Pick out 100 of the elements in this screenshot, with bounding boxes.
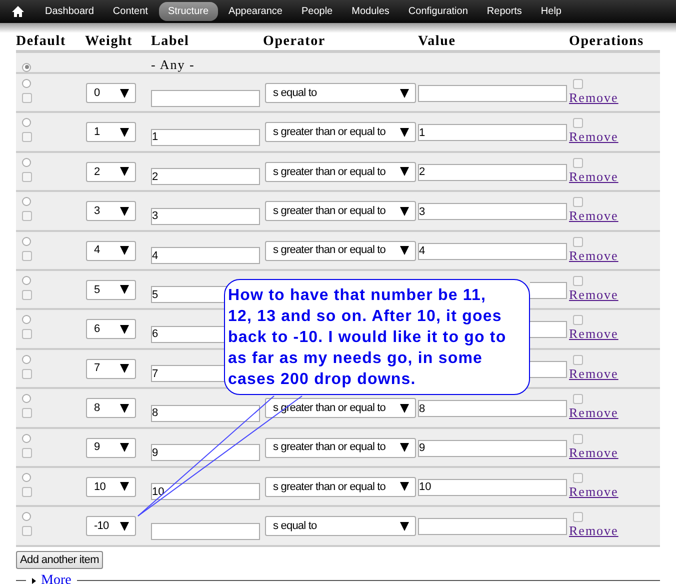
label-field[interactable]: 2	[151, 168, 260, 186]
remove-checkbox[interactable]	[573, 434, 583, 444]
row-checkbox[interactable]	[22, 172, 32, 182]
label-field[interactable]: 8	[151, 404, 260, 422]
weight-dropdown[interactable]: 1	[86, 122, 136, 142]
row-checkbox[interactable]	[22, 290, 32, 300]
value-field[interactable]: 2	[418, 164, 567, 181]
remove-checkbox[interactable]	[573, 118, 583, 128]
remove-link[interactable]: Remove	[569, 90, 618, 106]
row-checkbox[interactable]	[22, 93, 32, 103]
weight-dropdown[interactable]: 2	[86, 162, 136, 182]
weight-dropdown[interactable]: 3	[86, 201, 136, 222]
weight-dropdown[interactable]: 0	[86, 83, 136, 103]
remove-link[interactable]: Remove	[569, 248, 618, 264]
default-radio[interactable]	[22, 315, 31, 324]
nav-tab[interactable]: Help	[532, 2, 570, 21]
collapsed-triangle-icon[interactable]	[32, 578, 36, 584]
weight-dropdown[interactable]: 10	[86, 476, 136, 497]
nav-tab[interactable]: People	[293, 2, 341, 21]
label-field[interactable]	[151, 90, 260, 106]
row-checkbox[interactable]	[22, 329, 32, 340]
value-field[interactable]	[530, 321, 567, 338]
operator-dropdown[interactable]: s greater than or equal to	[265, 162, 416, 182]
default-radio[interactable]	[22, 394, 31, 404]
nav-tab[interactable]: Dashboard	[37, 2, 102, 21]
remove-checkbox[interactable]	[573, 354, 583, 365]
remove-checkbox[interactable]	[573, 158, 583, 168]
default-radio[interactable]	[22, 79, 31, 88]
weight-dropdown[interactable]: 4	[86, 240, 136, 261]
default-radio[interactable]	[22, 158, 31, 167]
label-field[interactable]: 1	[151, 128, 260, 146]
operator-dropdown[interactable]: s equal to	[265, 516, 416, 536]
weight-dropdown[interactable]: 5	[86, 280, 136, 300]
remove-link[interactable]: Remove	[569, 168, 618, 185]
default-radio[interactable]	[22, 512, 31, 522]
remove-link[interactable]: Remove	[569, 286, 618, 303]
value-field[interactable]: 10	[418, 478, 567, 496]
weight-dropdown[interactable]: -10	[86, 516, 136, 536]
value-field[interactable]: 3	[418, 203, 567, 220]
remove-checkbox[interactable]	[573, 512, 583, 522]
weight-dropdown[interactable]: 7	[86, 358, 136, 379]
more-link[interactable]: More	[41, 570, 72, 584]
value-field[interactable]: 1	[418, 124, 567, 142]
remove-link[interactable]: Remove	[569, 208, 618, 224]
default-radio[interactable]	[22, 236, 31, 246]
row-checkbox[interactable]	[22, 408, 32, 418]
label-field[interactable]: 4	[151, 247, 260, 264]
remove-link[interactable]: Remove	[569, 444, 618, 461]
nav-tab[interactable]: Content	[104, 2, 156, 21]
default-radio[interactable]	[22, 118, 31, 128]
nav-tab[interactable]: Modules	[344, 2, 398, 21]
remove-checkbox[interactable]	[573, 197, 583, 208]
label-field[interactable]: 10	[151, 483, 260, 500]
value-field[interactable]	[530, 360, 567, 378]
remove-link[interactable]: Remove	[569, 366, 618, 382]
remove-link[interactable]: Remove	[569, 326, 618, 342]
value-field[interactable]	[530, 282, 567, 299]
row-checkbox[interactable]	[22, 132, 32, 142]
operator-dropdown[interactable]: s greater than or equal to	[265, 122, 416, 142]
value-field[interactable]: 9	[418, 440, 567, 457]
default-radio[interactable]	[22, 434, 31, 443]
operator-dropdown[interactable]: s greater than or equal to	[265, 240, 416, 261]
remove-checkbox[interactable]	[573, 472, 583, 483]
default-radio[interactable]	[22, 276, 31, 285]
value-field[interactable]: 4	[418, 242, 567, 260]
remove-link[interactable]: Remove	[569, 129, 618, 146]
operator-dropdown[interactable]: s equal to	[265, 83, 416, 103]
weight-dropdown[interactable]: 9	[86, 438, 136, 458]
operator-dropdown[interactable]: s greater than or equal to	[265, 476, 416, 497]
label-field[interactable]	[151, 522, 260, 540]
row-checkbox[interactable]	[22, 250, 32, 261]
remove-link[interactable]: Remove	[569, 405, 618, 422]
label-field[interactable]: 9	[151, 444, 260, 462]
value-field[interactable]	[418, 85, 567, 102]
default-radio[interactable]	[22, 197, 31, 206]
home-icon[interactable]	[12, 6, 24, 17]
default-radio[interactable]	[22, 472, 31, 482]
value-field[interactable]: 8	[418, 400, 567, 418]
nav-tab[interactable]: Appearance	[220, 2, 290, 21]
label-field[interactable]: 3	[151, 208, 260, 225]
row-checkbox[interactable]	[22, 368, 32, 379]
remove-link[interactable]: Remove	[569, 523, 618, 540]
remove-checkbox[interactable]	[573, 276, 583, 286]
nav-tab[interactable]: Configuration	[400, 2, 476, 21]
row-checkbox[interactable]	[22, 211, 32, 222]
remove-checkbox[interactable]	[573, 236, 583, 247]
row-checkbox[interactable]	[22, 486, 32, 497]
default-radio[interactable]	[22, 354, 31, 364]
remove-checkbox[interactable]	[573, 315, 583, 326]
remove-checkbox[interactable]	[573, 79, 583, 89]
remove-checkbox[interactable]	[573, 394, 583, 404]
nav-tab[interactable]: Structure	[158, 2, 218, 21]
row-checkbox[interactable]	[22, 526, 32, 536]
value-field[interactable]	[418, 518, 567, 536]
weight-dropdown[interactable]: 8	[86, 398, 136, 418]
weight-dropdown[interactable]: 6	[86, 319, 136, 340]
row-checkbox[interactable]	[22, 448, 32, 458]
add-item-button[interactable]: Add another item	[16, 551, 103, 570]
default-radio[interactable]	[22, 62, 31, 72]
operator-dropdown[interactable]: s greater than or equal to	[265, 201, 416, 222]
